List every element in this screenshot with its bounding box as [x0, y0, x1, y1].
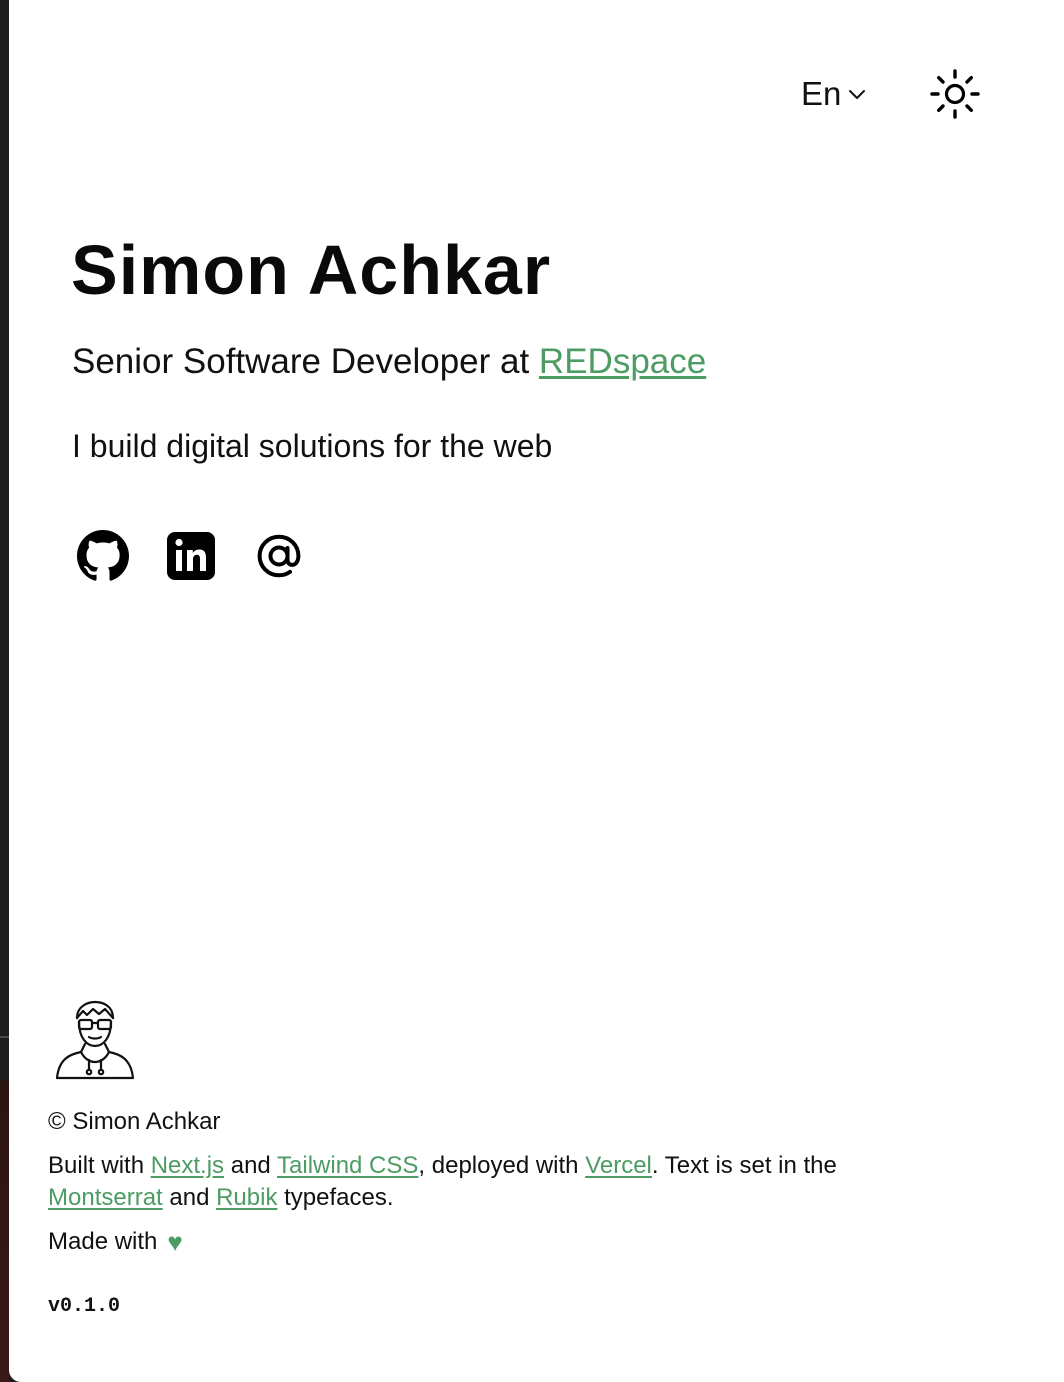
github-icon [77, 530, 129, 581]
version-label: v0.1.0 [48, 1295, 121, 1318]
sun-icon [930, 69, 980, 119]
window-edge-backdrop [0, 1080, 9, 1382]
linkedin-icon [167, 532, 215, 580]
built-with-and: and [224, 1152, 278, 1179]
footer: © Simon Achkar Built with Next.js and Ta… [48, 1106, 888, 1258]
theme-toggle-button[interactable] [929, 68, 981, 120]
at-sign-icon [257, 534, 301, 578]
linkedin-link[interactable] [165, 530, 217, 582]
text-is-set-label: . Text is set in the [651, 1152, 837, 1179]
vercel-link[interactable]: Vercel [585, 1152, 652, 1179]
built-with-text: Built with Next.js and Tailwind CSS, dep… [48, 1150, 888, 1214]
page-title: Simon Achkar [71, 231, 552, 309]
typefaces-label: typefaces. [277, 1184, 394, 1211]
made-with: Made with ♥ [48, 1226, 888, 1258]
montserrat-link[interactable]: Montserrat [48, 1184, 163, 1211]
window-edge-divider [0, 1036, 9, 1038]
rubik-link[interactable]: Rubik [216, 1184, 277, 1211]
github-link[interactable] [77, 530, 129, 582]
page: En Simon Achkar Senior Software Develope… [9, 0, 1064, 1382]
company-link[interactable]: REDspace [539, 342, 706, 381]
developer-avatar-icon [55, 1000, 135, 1080]
tailwind-link[interactable]: Tailwind CSS [277, 1152, 418, 1179]
email-link[interactable] [253, 530, 305, 582]
chevron-down-icon [847, 84, 867, 104]
heart-icon: ♥ [167, 1227, 183, 1257]
nextjs-link[interactable]: Next.js [151, 1152, 224, 1179]
job-title-prefix: Senior Software Developer at [72, 342, 539, 381]
language-selector[interactable]: En [801, 74, 867, 114]
job-title: Senior Software Developer at REDspace [72, 340, 706, 384]
language-label: En [801, 75, 842, 112]
made-with-label: Made with [48, 1228, 158, 1255]
tagline: I build digital solutions for the web [72, 428, 553, 464]
social-links [77, 530, 305, 582]
deployed-with-label: , deployed with [418, 1152, 586, 1179]
built-with-label: Built with [48, 1152, 151, 1179]
developer-avatar [53, 998, 137, 1082]
typefaces-and: and [162, 1184, 217, 1211]
copyright: © Simon Achkar [48, 1108, 221, 1135]
